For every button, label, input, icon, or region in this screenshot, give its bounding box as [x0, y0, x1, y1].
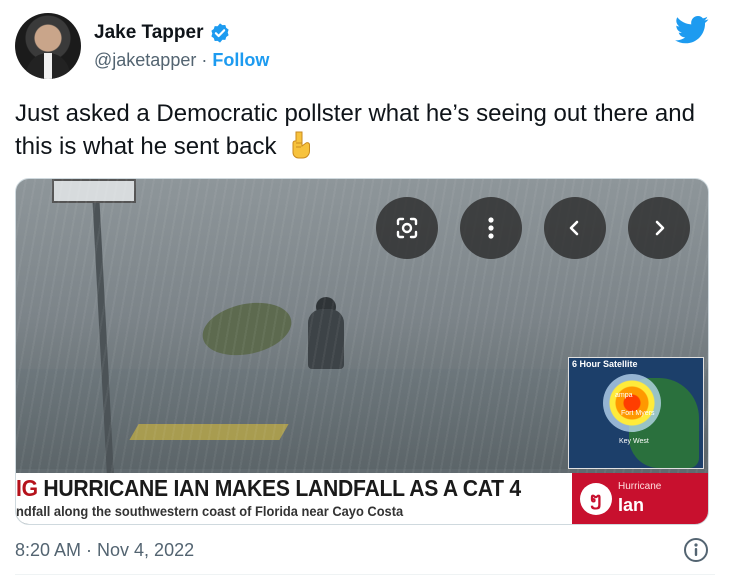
- pointing-down-emoji-icon: [292, 131, 311, 159]
- avatar-shirt: [44, 53, 52, 79]
- chevron-right-icon: [655, 220, 665, 236]
- previous-button[interactable]: [544, 197, 606, 259]
- follow-button[interactable]: Follow: [212, 50, 269, 70]
- tweet-body: Just asked a Democratic pollster what he…: [15, 100, 695, 160]
- next-button[interactable]: [628, 197, 690, 259]
- divider: [15, 574, 715, 575]
- twitter-bird-icon[interactable]: [675, 16, 709, 44]
- handle-separator: ·: [201, 50, 208, 70]
- hurricane-badge-name: Ian: [618, 495, 645, 515]
- chevron-left-icon: [569, 220, 579, 236]
- more-icon: [488, 217, 494, 239]
- satellite-label-key-west: Key West: [619, 438, 649, 445]
- headline-prefix: IG: [16, 475, 38, 501]
- news-subheadline: ndfall along the southwestern coast of F…: [16, 503, 404, 519]
- verified-badge-icon: [211, 23, 230, 43]
- more-options-button[interactable]: [460, 197, 522, 259]
- hurricane-badge-label: Hurricane: [618, 481, 662, 492]
- hurricane-badge: ໆ Hurricane Ian: [572, 473, 708, 524]
- hurricane-symbol-icon: ໆ: [580, 483, 612, 515]
- satellite-title: 6 Hour Satellite: [572, 359, 638, 369]
- avatar[interactable]: [15, 13, 81, 79]
- info-icon[interactable]: [683, 537, 709, 563]
- lens-icon: [396, 217, 418, 239]
- tweet-media-image[interactable]: 6 Hour Satellite ampa Fort Myers Key Wes…: [15, 178, 709, 525]
- tweet-timestamp[interactable]: 8:20 AM · Nov 4, 2022: [15, 540, 194, 561]
- satellite-label-fort-myers: Fort Myers: [621, 410, 655, 417]
- tweet-text: Just asked a Democratic pollster what he…: [15, 98, 705, 163]
- hurricane-eye: [603, 374, 661, 432]
- satellite-inset: 6 Hour Satellite ampa Fort Myers Key Wes…: [568, 357, 704, 469]
- satellite-label-tampa: ampa: [615, 392, 633, 399]
- news-headline: IG HURRICANE IAN MAKES LANDFALL AS A CAT…: [16, 475, 521, 502]
- author-handle[interactable]: @jaketapper: [94, 50, 196, 70]
- headline-text: HURRICANE IAN MAKES LANDFALL AS A CAT 4: [43, 475, 521, 501]
- author-name-row: Jake Tapper: [94, 22, 231, 44]
- author-name[interactable]: Jake Tapper: [94, 22, 203, 44]
- lens-button[interactable]: [376, 197, 438, 259]
- author-handle-row: @jaketapper · Follow: [94, 50, 269, 71]
